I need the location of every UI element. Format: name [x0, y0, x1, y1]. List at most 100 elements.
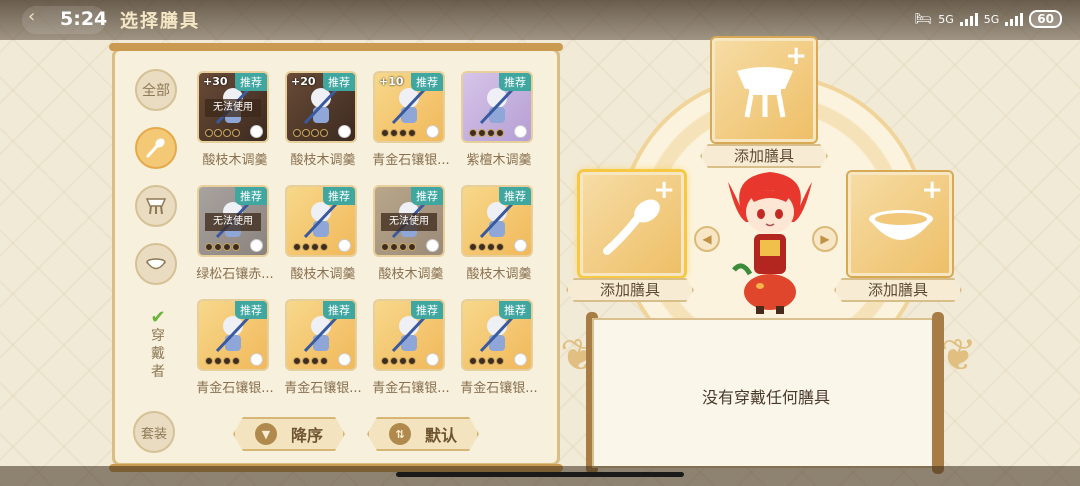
- bowl-slot-label: 添加膳具: [834, 278, 962, 302]
- utensil-name: 绿松石镶赤...: [196, 267, 274, 282]
- recommend-badge: 推荐: [235, 73, 267, 91]
- right-arrow-icon: ▶: [820, 232, 830, 246]
- character-portrait: [728, 172, 812, 314]
- utensil-thumbnail: 推荐: [285, 299, 357, 371]
- unusable-banner: 无法使用: [381, 213, 437, 231]
- prev-character-button[interactable]: ◀: [694, 226, 720, 252]
- recommend-badge: 推荐: [499, 73, 531, 91]
- spoon-type-icon: [426, 353, 439, 366]
- spoon-slot[interactable]: +: [580, 172, 684, 276]
- scroll-rod-right: [932, 312, 944, 474]
- utensil-thumbnail: 推荐: [285, 185, 357, 257]
- utensil-card[interactable]: 推荐 酸枝木调羹: [281, 181, 357, 285]
- sort-descending-label: 降序: [290, 426, 323, 445]
- network-label-2: 5G: [983, 12, 1000, 26]
- spoon-type-icon: [338, 353, 351, 366]
- spoon-type-icon: [426, 239, 439, 252]
- empty-equipped-text: 没有穿戴任何膳具: [701, 388, 830, 407]
- utensil-name: 青金石镶银...: [196, 381, 274, 396]
- utensil-card[interactable]: 推荐 青金石镶银...: [369, 295, 450, 399]
- tab-cup[interactable]: [135, 185, 177, 227]
- rarity-coins-icon: [205, 357, 240, 365]
- recommend-badge: 推荐: [411, 187, 443, 205]
- page-title: 选择膳具: [120, 11, 200, 32]
- rarity-coins-icon: [381, 129, 416, 137]
- utensil-card[interactable]: 推荐 无法使用 酸枝木调羹: [369, 181, 445, 285]
- utensil-thumbnail: +10 推荐: [373, 71, 445, 143]
- rarity-coins-icon: [293, 129, 328, 137]
- utensil-list-panel: 全部 ✔ 穿 戴 者 套装 +30 推荐 无法使用 酸枝木调羹 +20 推荐 酸枝木调羹 +1…: [109, 43, 563, 472]
- utensil-thumbnail: +20 推荐: [285, 71, 357, 143]
- tab-all[interactable]: 全部: [135, 69, 177, 111]
- bowl-icon: [869, 210, 933, 240]
- status-bar: ‹ 5:24 选择膳具 🛏 5G 5G 60: [0, 0, 1080, 40]
- cup-icon: [145, 198, 167, 215]
- wearer-filter[interactable]: ✔ 穿 戴 者: [143, 309, 173, 381]
- utensil-card[interactable]: +10 推荐青金石镶银...: [369, 67, 450, 171]
- cloud-ornament-icon: ❦: [940, 330, 977, 381]
- enhance-level: +30: [203, 75, 228, 88]
- spoon-type-icon: [514, 353, 527, 366]
- battery-indicator: 60: [1029, 10, 1062, 28]
- recommend-badge: 推荐: [235, 301, 267, 319]
- spoon-type-icon: [514, 239, 527, 252]
- utensil-thumbnail: +30 推荐无法使用: [197, 71, 269, 143]
- utensil-card[interactable]: 推荐青金石镶银...: [281, 295, 362, 399]
- tab-all-label: 全部: [142, 83, 170, 99]
- unusable-banner: 无法使用: [205, 99, 261, 117]
- cup-icon: [737, 67, 793, 118]
- system-icons: 🛏 5G 5G 60: [914, 10, 1062, 28]
- bowl-slot[interactable]: +: [848, 172, 952, 276]
- utensil-card[interactable]: 推荐 无法使用 绿松石镶赤...: [193, 181, 274, 285]
- tab-bowl[interactable]: [135, 243, 177, 285]
- down-triangle-icon: ▼: [255, 423, 277, 445]
- wearer-label: 穿 戴 者: [151, 328, 165, 380]
- spoon-type-icon: [250, 353, 263, 366]
- recommend-badge: 推荐: [411, 73, 443, 91]
- utensil-thumbnail: 推荐: [373, 299, 445, 371]
- clock: 5:24: [60, 8, 108, 30]
- tab-suit[interactable]: 套装: [133, 411, 175, 453]
- utensil-name: 紫檀木调羹: [466, 153, 532, 168]
- enhance-level: +10: [379, 75, 404, 88]
- tab-spoon[interactable]: [135, 127, 177, 169]
- cup-slot-label: 添加膳具: [700, 144, 828, 168]
- utensil-thumbnail: 推荐: [197, 299, 269, 371]
- spoon-type-icon: [250, 125, 263, 138]
- utensil-name: 青金石镶银...: [284, 381, 362, 396]
- utensil-thumbnail: 推荐无法使用: [373, 185, 445, 257]
- utensil-name: 酸枝木调羹: [290, 267, 356, 282]
- utensil-card[interactable]: 推荐紫檀木调羹: [457, 67, 533, 171]
- rarity-coins-icon: [205, 243, 240, 251]
- recommend-badge: 推荐: [411, 301, 443, 319]
- rarity-coins-icon: [469, 129, 504, 137]
- utensil-grid: +30 推荐 无法使用 酸枝木调羹 +20 推荐 酸枝木调羹 +10 推荐 青金石镶银... 推荐紫…: [193, 67, 545, 409]
- rarity-coins-icon: [381, 243, 416, 251]
- bowl-icon: [146, 258, 166, 270]
- rarity-coins-icon: [205, 129, 240, 137]
- utensil-name: 青金石镶银...: [372, 153, 450, 168]
- spoon-type-icon: [514, 125, 527, 138]
- cup-slot[interactable]: +: [712, 38, 816, 142]
- utensil-name: 酸枝木调羹: [202, 153, 268, 168]
- utensil-card[interactable]: 推荐 酸枝木调羹: [457, 181, 533, 285]
- check-icon: ✔: [150, 307, 166, 328]
- equipped-detail-panel: 没有穿戴任何膳具: [592, 318, 940, 468]
- utensil-card[interactable]: +30 推荐无法使用酸枝木调羹: [193, 67, 269, 171]
- spoon-type-icon: [426, 125, 439, 138]
- recommend-badge: 推荐: [323, 301, 355, 319]
- signal-icon: [959, 12, 978, 26]
- back-arrow-icon[interactable]: ‹: [28, 6, 35, 27]
- recommend-badge: 推荐: [499, 187, 531, 205]
- utensil-card[interactable]: 推荐青金石镶银...: [193, 295, 274, 399]
- utensil-thumbnail: 推荐: [461, 71, 533, 143]
- utensil-card[interactable]: +20 推荐酸枝木调羹: [281, 67, 357, 171]
- home-indicator[interactable]: [396, 472, 684, 477]
- utensil-name: 青金石镶银...: [460, 381, 538, 396]
- utensil-thumbnail: 推荐: [461, 185, 533, 257]
- utensil-name: 酸枝木调羹: [290, 153, 356, 168]
- sort-descending-button[interactable]: ▼ 降序: [233, 417, 345, 451]
- utensil-card[interactable]: 推荐 青金石镶银...: [457, 295, 538, 399]
- sort-default-button[interactable]: ⇅ 默认: [367, 417, 479, 451]
- spoon-slot-label: 添加膳具: [566, 278, 694, 302]
